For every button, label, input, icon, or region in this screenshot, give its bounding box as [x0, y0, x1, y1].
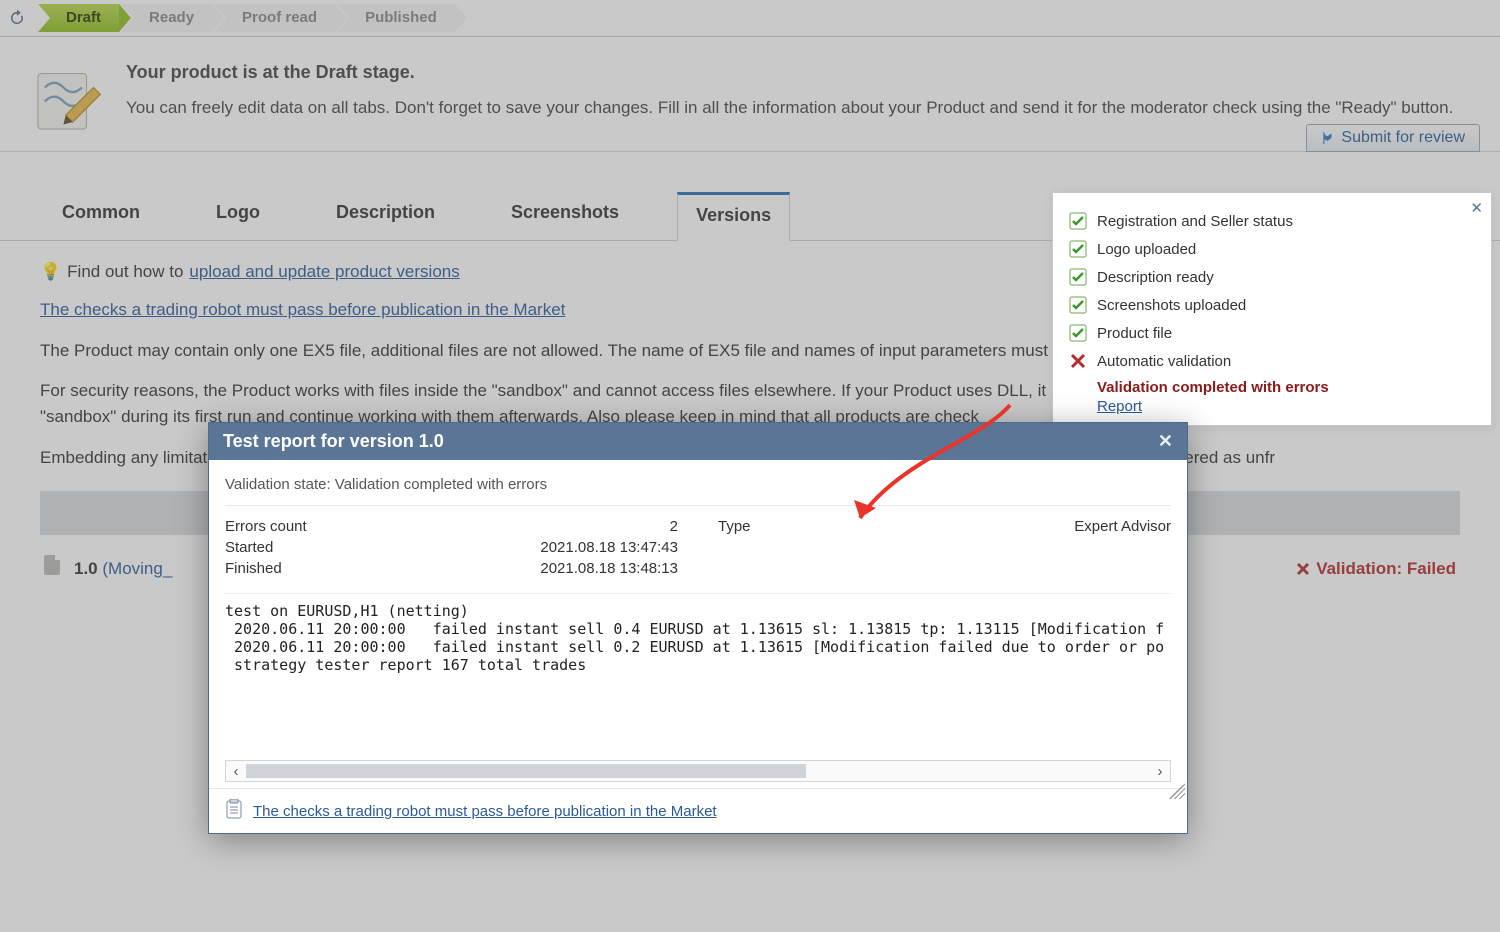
meta-value: 2021.08.18 13:48:13 — [540, 560, 678, 577]
check-icon — [1069, 212, 1087, 230]
clipboard-icon — [225, 799, 243, 823]
checklist-item: Description ready — [1069, 263, 1475, 291]
meta-value: 2 — [670, 518, 678, 535]
scrollbar-thumb[interactable] — [246, 764, 806, 778]
close-icon[interactable]: ✕ — [1470, 199, 1483, 217]
meta-row: Errors count2 — [225, 516, 678, 537]
checklist-item: Automatic validation — [1069, 347, 1475, 375]
scroll-right-icon[interactable]: › — [1150, 763, 1170, 780]
modal-titlebar: Test report for version 1.0 ✕ — [209, 423, 1187, 460]
file-icon — [44, 555, 62, 583]
horizontal-scrollbar[interactable]: ‹ › — [225, 760, 1171, 782]
stage-proofread[interactable]: Proof read — [214, 4, 335, 32]
submit-for-review-button[interactable]: Submit for review — [1306, 124, 1480, 152]
stage-ready[interactable]: Ready — [121, 4, 212, 32]
checks-article-link[interactable]: The checks a trading robot must pass bef… — [40, 300, 565, 319]
checklist-item-label: Logo uploaded — [1097, 241, 1196, 258]
validation-error-title: Validation completed with errors — [1069, 375, 1475, 396]
submit-button-label: Submit for review — [1341, 129, 1465, 147]
meta-key: Errors count — [225, 518, 670, 535]
tab-screenshots[interactable]: Screenshots — [493, 192, 637, 240]
validation-report-link[interactable]: Report — [1069, 398, 1142, 415]
meta-row: Started2021.08.18 13:47:43 — [225, 537, 678, 558]
meta-key: Finished — [225, 560, 540, 577]
review-checklist-popover: ✕ Registration and Seller status Logo upl… — [1052, 192, 1492, 426]
cross-icon — [1069, 352, 1087, 370]
modal-footer: The checks a trading robot must pass bef… — [209, 788, 1187, 833]
version-validation-status: Validation: Failed — [1296, 556, 1456, 582]
stage-draft[interactable]: Draft — [38, 4, 119, 32]
version-filename[interactable]: (Moving_ — [102, 559, 172, 578]
stage-info-box: Your product is at the Draft stage. You … — [0, 37, 1500, 152]
check-icon — [1069, 296, 1087, 314]
flag-icon — [1321, 131, 1335, 145]
checklist-item: Product file — [1069, 319, 1475, 347]
tab-description[interactable]: Description — [318, 192, 453, 240]
check-icon — [1069, 324, 1087, 342]
refresh-icon[interactable] — [6, 7, 28, 29]
test-report-modal: Test report for version 1.0 ✕ Validation… — [208, 422, 1188, 834]
checklist-item-label: Screenshots uploaded — [1097, 297, 1246, 314]
stage-info-title: Your product is at the Draft stage. — [126, 59, 1472, 87]
modal-title-text: Test report for version 1.0 — [223, 431, 444, 452]
validation-state-row: Validation state: Validation completed w… — [225, 472, 1171, 506]
meta-value: 2021.08.18 13:47:43 — [540, 539, 678, 556]
check-icon — [1069, 240, 1087, 258]
resize-grip-icon[interactable] — [1169, 783, 1185, 799]
scroll-left-icon[interactable]: ‹ — [226, 763, 246, 780]
tab-versions[interactable]: Versions — [677, 192, 790, 241]
tab-logo[interactable]: Logo — [198, 192, 278, 240]
lightbulb-icon: 💡 — [40, 259, 61, 285]
checklist-item: Registration and Seller status — [1069, 207, 1475, 235]
upload-versions-link[interactable]: upload and update product versions — [189, 259, 459, 285]
modal-close-icon[interactable]: ✕ — [1158, 431, 1173, 452]
meta-row: TypeExpert Advisor — [718, 516, 1171, 537]
cross-icon — [1296, 562, 1310, 576]
draft-pencil-icon — [28, 59, 108, 139]
checklist-item-label: Automatic validation — [1097, 353, 1231, 370]
meta-key: Started — [225, 539, 540, 556]
stage-info-body: You can freely edit data on all tabs. Do… — [126, 95, 1472, 121]
version-number: 1.0 — [74, 559, 98, 578]
tab-common[interactable]: Common — [44, 192, 158, 240]
checklist-item-label: Registration and Seller status — [1097, 213, 1293, 230]
meta-key: Type — [718, 518, 1074, 535]
hint-prefix: Find out how to — [67, 259, 183, 285]
meta-value: Expert Advisor — [1074, 518, 1171, 535]
checklist-item-label: Description ready — [1097, 269, 1214, 286]
check-icon — [1069, 268, 1087, 286]
meta-row: Finished2021.08.18 13:48:13 — [225, 558, 678, 579]
workflow-stages: Draft Ready Proof read Published — [0, 0, 1500, 37]
checklist-item: Logo uploaded — [1069, 235, 1475, 263]
modal-footer-checks-link[interactable]: The checks a trading robot must pass bef… — [253, 803, 717, 820]
stage-published[interactable]: Published — [337, 4, 455, 32]
checklist-item-label: Product file — [1097, 325, 1172, 342]
checklist-item: Screenshots uploaded — [1069, 291, 1475, 319]
test-log-output: test on EURUSD,H1 (netting) 2020.06.11 2… — [225, 594, 1171, 758]
